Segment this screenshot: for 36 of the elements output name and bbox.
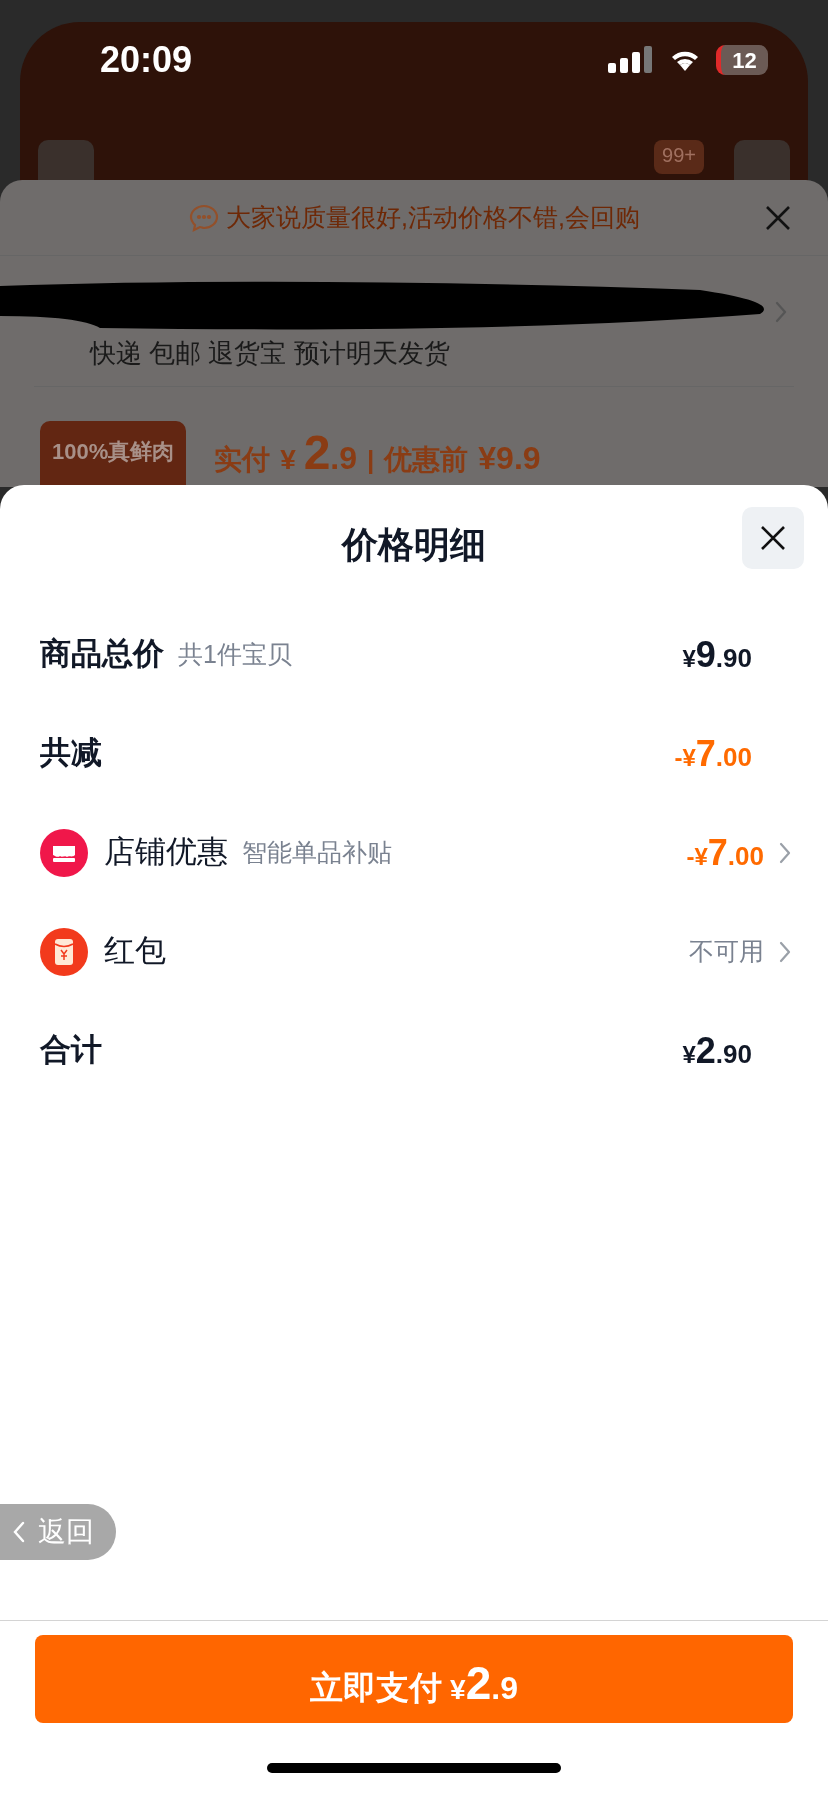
- before-label: 优惠前: [384, 443, 469, 477]
- status-time: 20:09: [100, 38, 193, 82]
- separator: |: [367, 444, 375, 477]
- review-text: 大家说质量很好,活动价格不错,会回购: [226, 201, 640, 233]
- notification-badge: 99+: [654, 140, 704, 174]
- back-button[interactable]: 返回: [0, 1504, 116, 1560]
- paid-price: ¥ 2.9: [280, 425, 358, 481]
- row-status: 不可用: [689, 935, 764, 967]
- signal-icon: [608, 45, 654, 75]
- envelope-icon: [40, 927, 88, 976]
- price: ¥9.90: [682, 632, 752, 677]
- chevron-left-icon: [12, 1520, 26, 1544]
- price: -¥7.00: [686, 830, 764, 875]
- chevron-icon: [778, 840, 792, 865]
- price: -¥7.00: [674, 731, 752, 776]
- close-button[interactable]: [742, 507, 804, 569]
- row-label: 店铺优惠: [104, 833, 228, 872]
- sheet-title: 价格明细: [342, 523, 486, 567]
- paid-label: 实付: [214, 443, 271, 477]
- row-label: 商品总价: [40, 635, 164, 674]
- row-label: 红包: [104, 932, 166, 971]
- chevron-icon: [774, 300, 788, 324]
- before-price: ¥9.9: [478, 439, 541, 478]
- row-label: 共减: [40, 734, 102, 773]
- row-note: 智能单品补贴: [242, 836, 392, 868]
- price: ¥2.90: [682, 1028, 752, 1073]
- battery-indicator: 12: [716, 45, 768, 75]
- product-tag: 100%真鲜肉: [40, 420, 187, 486]
- pay-button[interactable]: 立即支付 ¥2.9: [35, 1635, 793, 1723]
- close-icon: [759, 524, 787, 552]
- chevron-icon: [778, 939, 792, 964]
- row-label: 合计: [40, 1031, 102, 1070]
- shop-icon: [40, 828, 88, 877]
- close-icon[interactable]: [764, 203, 792, 232]
- shipping-info: 快递 包邮 退货宝 预计明天发货: [90, 337, 450, 370]
- row-note: 共1件宝贝: [178, 638, 292, 670]
